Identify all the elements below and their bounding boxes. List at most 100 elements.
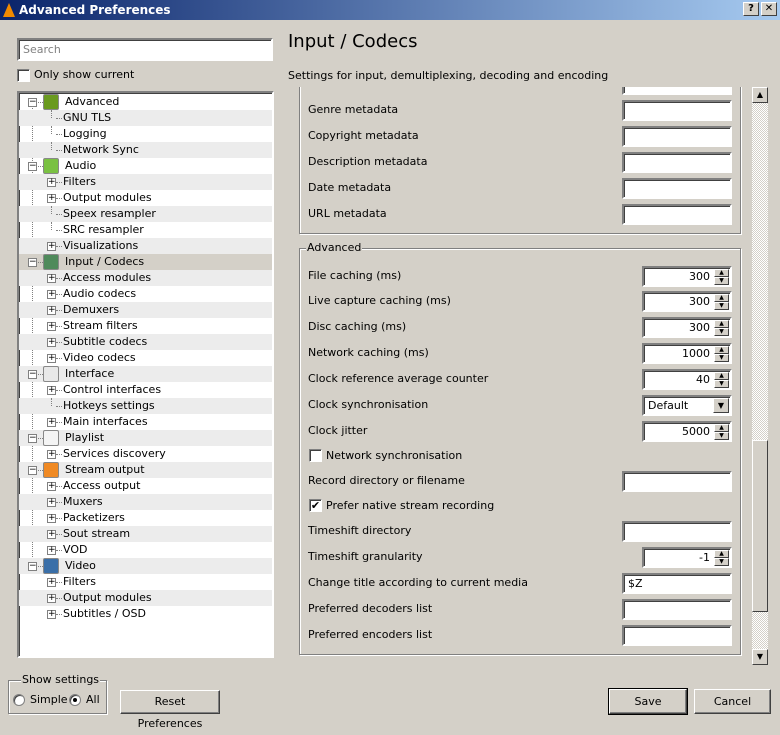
spin-down-icon[interactable]: ▼ [714, 302, 729, 310]
all-radio[interactable] [69, 694, 81, 706]
tree-item[interactable]: + Main interfaces [19, 414, 272, 430]
tree-item[interactable]: + Services discovery [19, 446, 272, 462]
tree-item[interactable]: + Output modules [19, 190, 272, 206]
metadata-input[interactable] [622, 126, 732, 147]
expand-icon[interactable]: + [47, 306, 56, 315]
tree-item[interactable]: − Stream output [19, 462, 272, 478]
expand-icon[interactable]: + [47, 242, 56, 251]
setting-spinbox[interactable]: 300 ▲ ▼ [642, 317, 732, 338]
setting-checkbox[interactable] [309, 449, 322, 462]
setting-text-input[interactable] [622, 625, 732, 646]
tree-item[interactable]: + Access output [19, 478, 272, 494]
spin-up-icon[interactable]: ▲ [714, 372, 729, 380]
expand-icon[interactable]: + [47, 354, 56, 363]
spin-down-icon[interactable]: ▼ [714, 277, 729, 285]
metadata-input[interactable] [622, 152, 732, 173]
expand-icon[interactable]: + [47, 578, 56, 587]
setting-text-input[interactable] [622, 599, 732, 620]
setting-spinbox[interactable]: 300 ▲ ▼ [642, 266, 732, 287]
save-button[interactable]: Save [608, 688, 688, 715]
expand-icon[interactable]: + [47, 418, 56, 427]
expand-icon[interactable]: + [47, 338, 56, 347]
spin-up-icon[interactable]: ▲ [714, 346, 729, 354]
spin-up-icon[interactable]: ▲ [714, 294, 729, 302]
setting-spinbox[interactable]: -1 ▲ ▼ [642, 547, 732, 568]
collapse-icon[interactable]: − [28, 562, 37, 571]
spin-down-icon[interactable]: ▼ [714, 432, 729, 440]
collapse-icon[interactable]: − [28, 98, 37, 107]
setting-spinbox[interactable]: 300 ▲ ▼ [642, 291, 732, 312]
tree-item[interactable]: + Audio codecs [19, 286, 272, 302]
setting-spinbox[interactable]: 5000 ▲ ▼ [642, 421, 732, 442]
tree-item[interactable]: + Output modules [19, 590, 272, 606]
collapse-icon[interactable]: − [28, 370, 37, 379]
tree-item[interactable]: Network Sync [19, 142, 272, 158]
collapse-icon[interactable]: − [28, 258, 37, 267]
metadata-input[interactable] [622, 204, 732, 225]
tree-item[interactable]: − Playlist [19, 430, 272, 446]
tree-item[interactable]: + Sout stream [19, 526, 272, 542]
tree-item[interactable]: Logging [19, 126, 272, 142]
expand-icon[interactable]: + [47, 274, 56, 283]
spin-up-icon[interactable]: ▲ [714, 320, 729, 328]
tree-item[interactable]: Hotkeys settings [19, 398, 272, 414]
help-button[interactable]: ? [743, 2, 759, 16]
expand-icon[interactable]: + [47, 530, 56, 539]
search-input[interactable]: Search [17, 38, 273, 61]
tree-item[interactable]: + Packetizers [19, 510, 272, 526]
spin-down-icon[interactable]: ▼ [714, 354, 729, 362]
expand-icon[interactable]: + [47, 546, 56, 555]
preferences-tree[interactable]: − Advanced GNU TLS Logging Network Sync − Audi… [17, 91, 274, 658]
scroll-thumb[interactable] [752, 439, 768, 612]
tree-item[interactable]: + Filters [19, 174, 272, 190]
tree-item[interactable]: + Access modules [19, 270, 272, 286]
setting-text-input[interactable]: $Z [622, 573, 732, 594]
tree-item[interactable]: − Advanced [19, 94, 272, 110]
setting-text-input[interactable] [622, 471, 732, 492]
tree-item[interactable]: + Subtitles / OSD [19, 606, 272, 622]
tree-item[interactable]: − Input / Codecs [19, 254, 272, 270]
expand-icon[interactable]: + [47, 322, 56, 331]
tree-item[interactable]: + Filters [19, 574, 272, 590]
setting-checkbox[interactable]: ✔ [309, 499, 322, 512]
expand-icon[interactable]: + [47, 178, 56, 187]
chevron-down-icon[interactable]: ▼ [713, 398, 729, 413]
spin-up-icon[interactable]: ▲ [714, 269, 729, 277]
collapse-icon[interactable]: − [28, 466, 37, 475]
collapse-icon[interactable]: − [28, 434, 37, 443]
tree-item[interactable]: + Control interfaces [19, 382, 272, 398]
tree-item[interactable]: + VOD [19, 542, 272, 558]
spin-down-icon[interactable]: ▼ [714, 380, 729, 388]
collapse-icon[interactable]: − [28, 162, 37, 171]
scroll-up-button[interactable]: ▲ [752, 87, 768, 103]
tree-item[interactable]: − Video [19, 558, 272, 574]
setting-spinbox[interactable]: 1000 ▲ ▼ [642, 343, 732, 364]
metadata-input[interactable] [622, 178, 732, 199]
tree-item[interactable]: + Video codecs [19, 350, 272, 366]
expand-icon[interactable]: + [47, 594, 56, 603]
tree-item[interactable]: − Audio [19, 158, 272, 174]
simple-radio[interactable] [13, 694, 25, 706]
expand-icon[interactable]: + [47, 514, 56, 523]
tree-item[interactable]: − Interface [19, 366, 272, 382]
tree-item[interactable]: + Visualizations [19, 238, 272, 254]
tree-item[interactable]: + Subtitle codecs [19, 334, 272, 350]
setting-text-input[interactable] [622, 521, 732, 542]
tree-item[interactable]: SRC resampler [19, 222, 272, 238]
expand-icon[interactable]: + [47, 386, 56, 395]
tree-item[interactable]: Speex resampler [19, 206, 272, 222]
setting-spinbox[interactable]: 40 ▲ ▼ [642, 369, 732, 390]
setting-combobox[interactable]: Default ▼ [642, 395, 732, 416]
spin-down-icon[interactable]: ▼ [714, 328, 729, 336]
expand-icon[interactable]: + [47, 194, 56, 203]
partial-input[interactable] [622, 87, 732, 95]
scroll-down-button[interactable]: ▼ [752, 649, 768, 665]
cancel-button[interactable]: Cancel [694, 689, 771, 714]
expand-icon[interactable]: + [47, 450, 56, 459]
spin-up-icon[interactable]: ▲ [714, 550, 729, 558]
reset-preferences-button[interactable]: Reset Preferences [120, 690, 220, 730]
expand-icon[interactable]: + [47, 498, 56, 507]
expand-icon[interactable]: + [47, 290, 56, 299]
spin-down-icon[interactable]: ▼ [714, 558, 729, 566]
close-button[interactable]: ✕ [761, 2, 777, 16]
